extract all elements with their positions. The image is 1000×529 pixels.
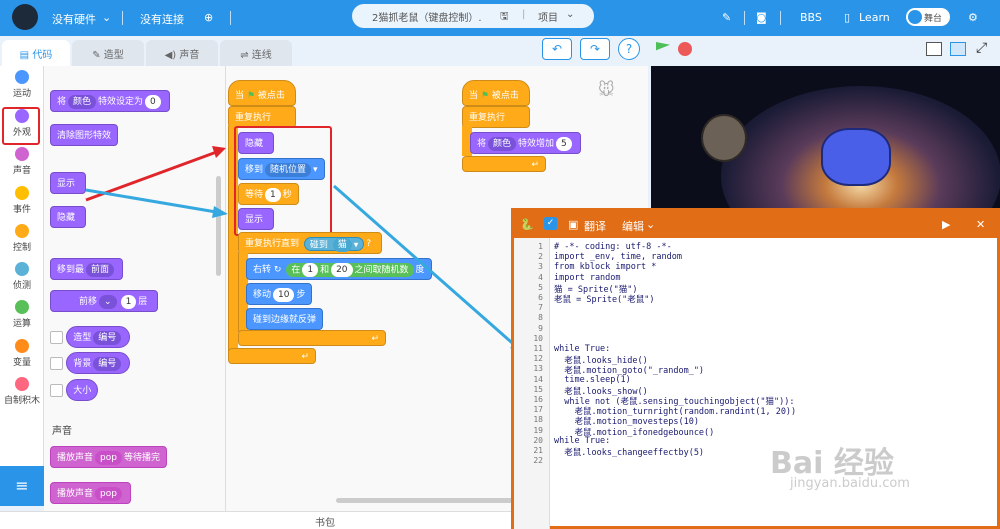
code-line[interactable]: while True:	[554, 436, 610, 446]
code-line[interactable]: import random	[554, 273, 621, 283]
code-area[interactable]: # -*- coding: utf-8 -*- import _env, time…	[514, 238, 997, 529]
code-line[interactable]: 老鼠 = Sprite("老鼠")	[554, 293, 655, 305]
backpack-bar[interactable]: 书包	[0, 511, 511, 529]
close-icon[interactable]: ✕	[976, 218, 985, 231]
mouse-sprite[interactable]	[701, 114, 747, 162]
code-line[interactable]: while True:	[554, 344, 610, 354]
baidu-watermark-url: jingyan.baidu.com	[790, 476, 910, 491]
code-line[interactable]: time.sleep(1)	[554, 375, 631, 385]
code-line[interactable]: 老鼠.looks_changeeffectby(5)	[554, 446, 704, 458]
sync-checkbox[interactable]: ✓	[544, 217, 557, 230]
python-editor-window: 🐍 ✓ ▣ 翻译 编辑 ⌄ ▶ ✕ 1 2 3 4 5 6 7 8 9 10 11 12 13 14 15 1…	[511, 208, 1000, 529]
backpack-label: 书包	[315, 518, 335, 529]
cat-sprite[interactable]	[821, 128, 891, 186]
edit-menu[interactable]: 编辑	[622, 218, 644, 234]
editor-header: 🐍 ✓ ▣ 翻译 编辑 ⌄ ▶ ✕	[514, 211, 997, 238]
code-line[interactable]: from kblock import *	[554, 262, 656, 272]
code-line[interactable]: import _env, time, random	[554, 252, 682, 262]
python-icon: 🐍	[520, 218, 534, 231]
translate-icon: ▣	[568, 218, 579, 231]
chevron-down-icon: ⌄	[646, 218, 656, 231]
code-line[interactable]: # -*- coding: utf-8 -*-	[554, 242, 672, 252]
translate-button[interactable]: 翻译	[584, 218, 606, 234]
run-icon[interactable]: ▶	[942, 218, 950, 231]
